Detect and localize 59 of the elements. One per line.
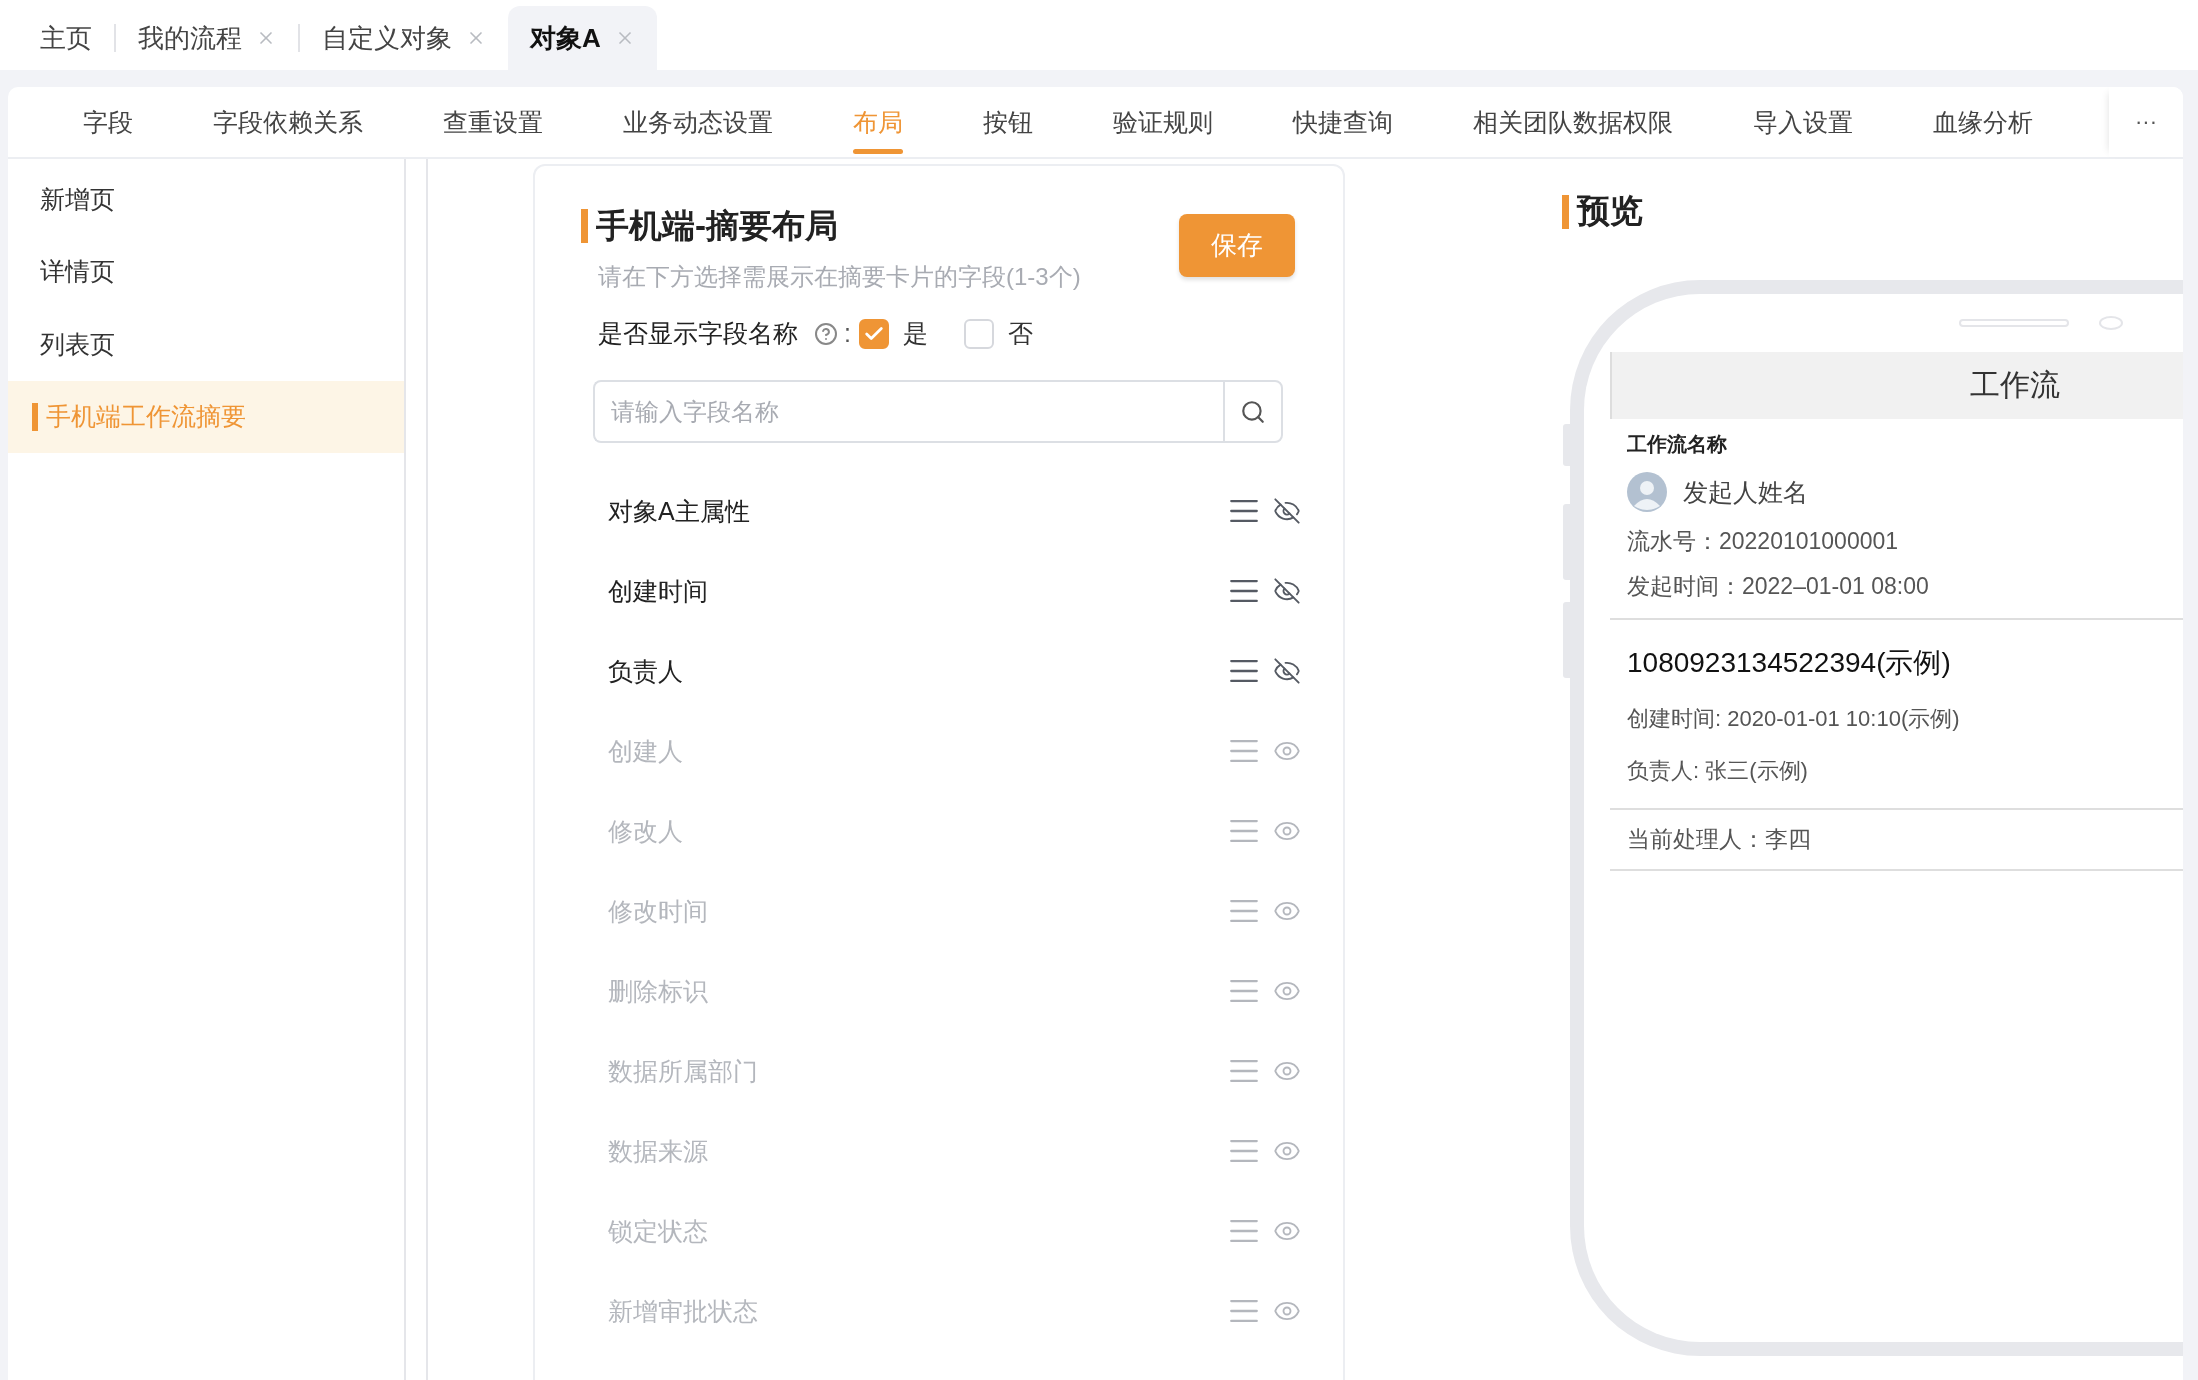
nav-tab[interactable]: 血缘分析 xyxy=(1933,87,2033,157)
hint-text: 请在下方选择需展示在摘要卡片的字段(1-3个) xyxy=(598,262,1082,292)
handler-text: 当前处理人：李四 xyxy=(1627,825,1811,854)
avatar-icon xyxy=(1627,472,1667,512)
checkbox-label: 是 xyxy=(902,318,928,349)
nav-tab[interactable]: 快捷查询 xyxy=(1293,87,1393,157)
owner-text: 负责人: 张三(示例) xyxy=(1627,757,1808,785)
title-marker xyxy=(581,209,588,243)
page-tab[interactable]: 自定义对象 xyxy=(300,6,508,70)
field-label: 数据来源 xyxy=(608,1135,708,1167)
serial-number: 流水号：20220101000001 xyxy=(1627,527,1899,556)
panel-title: 手机端-摘要布局 xyxy=(596,205,838,246)
sidebar-item[interactable]: 详情页 xyxy=(8,235,404,308)
nav-tab[interactable]: 相关团队数据权限 xyxy=(1473,87,1673,157)
page-tab[interactable]: 主页 xyxy=(18,6,114,70)
eye-off-icon[interactable] xyxy=(1273,497,1301,525)
more-button[interactable]: ··· xyxy=(2109,87,2183,157)
screen-title: 工作流 xyxy=(1970,367,2060,403)
search-icon xyxy=(1240,398,1266,425)
field-label: 对象A主属性 xyxy=(608,495,750,527)
search-field[interactable]: 请输入字段名称 xyxy=(593,380,1223,443)
field-label: 删除标识 xyxy=(608,975,708,1007)
checkbox[interactable] xyxy=(963,318,994,349)
eye-off-icon[interactable] xyxy=(1273,577,1301,605)
title-marker xyxy=(1562,194,1569,229)
preview-title: 预览 xyxy=(1577,191,1643,231)
workflow-name: 工作流名称 xyxy=(1627,432,1727,457)
help-icon[interactable] xyxy=(814,321,838,346)
sidebar-item[interactable]: 新增页 xyxy=(8,163,404,236)
field-label: 创建人 xyxy=(608,735,683,767)
record-id: 1080923134522394(示例) xyxy=(1627,646,1951,680)
nav-tab[interactable]: 验证规则 xyxy=(1113,87,1213,157)
speaker-icon xyxy=(1959,319,2069,327)
field-label: 创建时间 xyxy=(608,575,708,607)
eye-off-icon[interactable] xyxy=(1273,657,1301,685)
option-label: 是否显示字段名称 xyxy=(598,318,798,349)
nav-tab[interactable]: 按钮 xyxy=(983,87,1033,157)
nav-tab[interactable]: 业务动态设置 xyxy=(623,87,773,157)
field-label: 数据所属部门 xyxy=(608,1055,758,1087)
nav-tab[interactable]: 字段依赖关系 xyxy=(213,87,363,157)
field-label: 修改时间 xyxy=(608,895,708,927)
nav-tab[interactable]: 查重设置 xyxy=(443,87,543,157)
colon-text: : xyxy=(844,319,851,348)
checkbox[interactable] xyxy=(858,318,889,349)
field-label: 锁定状态 xyxy=(608,1215,708,1247)
field-label: 负责人 xyxy=(608,655,683,687)
nav-tab[interactable]: 字段 xyxy=(83,87,133,157)
camera-icon xyxy=(2099,316,2123,330)
start-time: 发起时间：2022–01-01 08:00 xyxy=(1627,572,1929,601)
page-tab[interactable]: 对象A xyxy=(508,6,657,70)
search-button[interactable] xyxy=(1223,380,1283,443)
sidebar-item[interactable]: 列表页 xyxy=(8,308,404,381)
nav-tab[interactable]: 导入设置 xyxy=(1753,87,1853,157)
created-time: 创建时间: 2020-01-01 10:10(示例) xyxy=(1627,705,1960,733)
field-label: 新增审批状态 xyxy=(608,1295,758,1327)
page-tab[interactable]: 我的流程 xyxy=(116,6,298,70)
checkbox-label: 否 xyxy=(1007,318,1033,349)
initiator-name: 发起人姓名 xyxy=(1683,476,1808,508)
field-label: 修改人 xyxy=(608,815,683,847)
